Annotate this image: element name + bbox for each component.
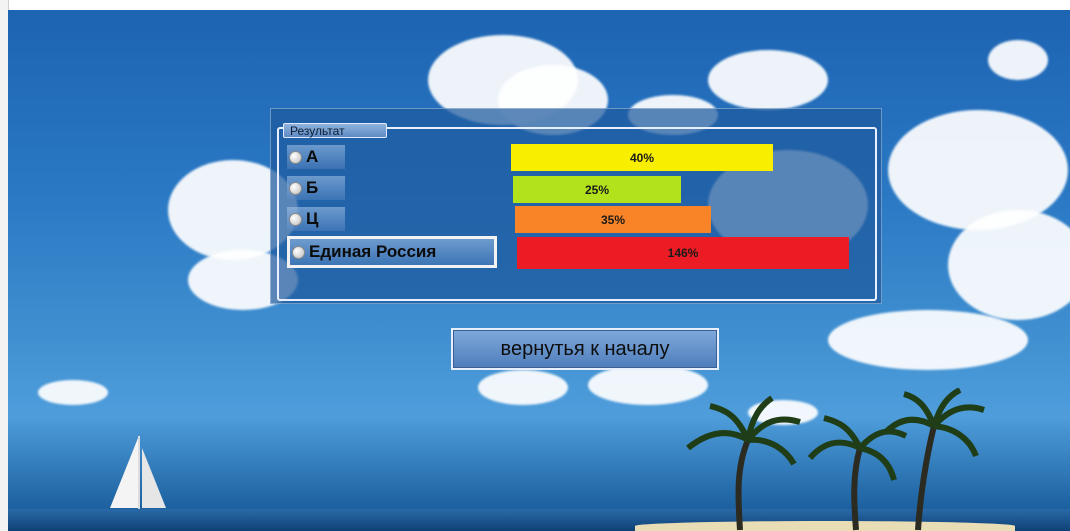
result-bar-c: 35% xyxy=(515,206,711,233)
cloud xyxy=(888,110,1068,230)
result-bar-a: 40% xyxy=(511,144,773,171)
option-b[interactable]: Б xyxy=(287,176,345,200)
option-label: Б xyxy=(306,178,319,197)
option-a[interactable]: А xyxy=(287,145,345,169)
radio-icon[interactable] xyxy=(289,181,302,195)
results-panel: Результат А Б Ц Единая Россия 40% 25% 35… xyxy=(270,108,882,304)
bar-percent: 35% xyxy=(600,212,626,227)
bar-percent: 146% xyxy=(667,246,699,260)
results-legend: Результат xyxy=(283,123,387,138)
radio-icon[interactable] xyxy=(292,245,305,259)
option-label: Ц xyxy=(306,209,319,228)
cloud xyxy=(828,310,1028,370)
bar-percent: 40% xyxy=(629,150,655,165)
option-label: Единая Россия xyxy=(309,242,437,261)
back-to-start-button[interactable]: вернутья к началу xyxy=(451,328,719,370)
bar-percent: 25% xyxy=(584,182,610,197)
radio-icon[interactable] xyxy=(289,150,302,164)
result-bar-edinaya-rossiya: 146% xyxy=(517,237,849,269)
cloud xyxy=(948,210,1070,320)
cloud xyxy=(478,370,568,405)
result-bar-b: 25% xyxy=(513,176,681,203)
cloud xyxy=(38,380,108,405)
palm-trees-icon xyxy=(686,388,985,531)
cloud xyxy=(988,40,1048,80)
cloud xyxy=(708,50,828,110)
option-label: А xyxy=(306,147,319,166)
option-c[interactable]: Ц xyxy=(287,207,345,231)
option-edinaya-rossiya[interactable]: Единая Россия xyxy=(287,236,497,268)
radio-icon[interactable] xyxy=(289,212,302,226)
